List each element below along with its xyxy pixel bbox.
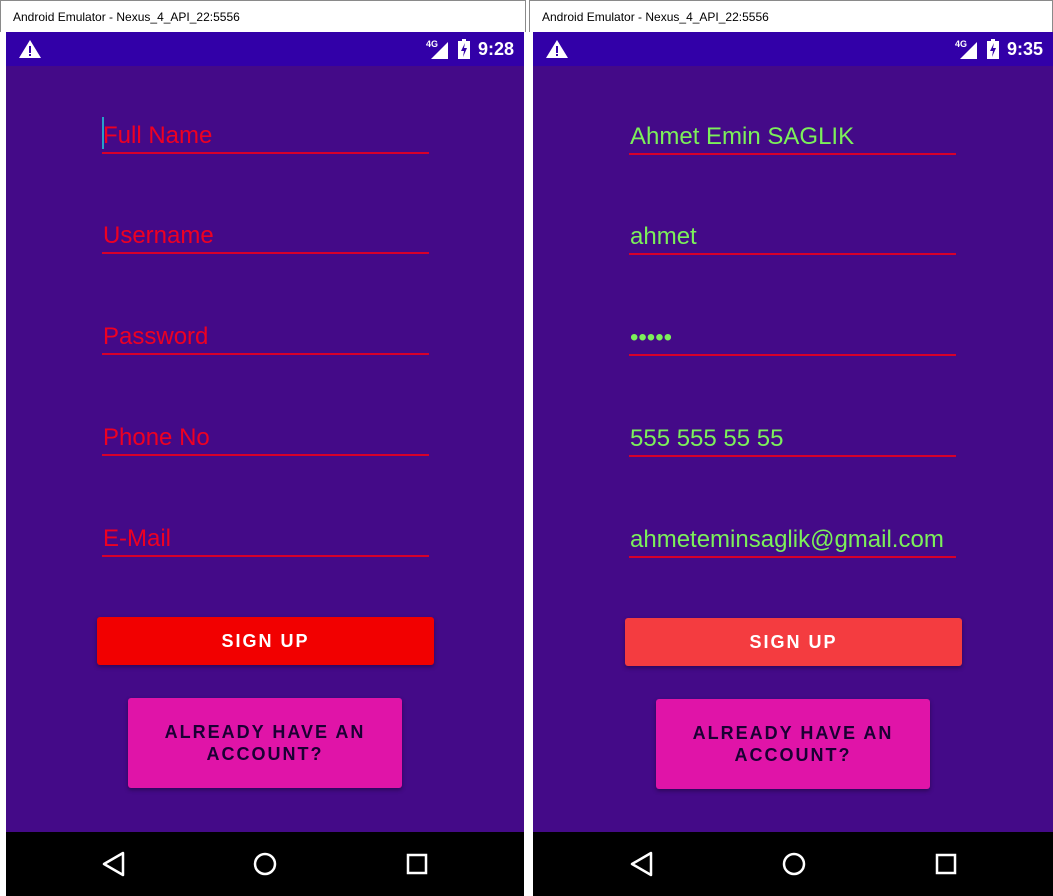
phone-placeholder: Phone No — [103, 424, 210, 451]
password-field[interactable]: ••••• — [629, 308, 956, 356]
sign-up-button[interactable]: SIGN UP — [97, 617, 434, 665]
warning-icon — [19, 40, 41, 58]
phone-field[interactable]: 555 555 55 55 — [629, 409, 956, 457]
emulator-window-left: Android Emulator - Nexus_4_API_22:5556 4… — [0, 0, 526, 896]
email-field[interactable]: E-Mail — [102, 509, 429, 557]
network-type: 4G — [955, 39, 967, 49]
warning-icon — [546, 40, 568, 58]
full-name-field[interactable]: Ahmet Emin SAGLIK — [629, 107, 956, 155]
back-icon[interactable] — [626, 848, 658, 880]
phone-value: 555 555 55 55 — [630, 425, 784, 452]
status-bar: 4G 9:35 — [533, 32, 1053, 66]
email-field[interactable]: ahmeteminsaglik@gmail.com — [629, 510, 956, 558]
already-have-account-button[interactable]: ALREADY HAVE AN ACCOUNT? — [656, 699, 930, 789]
email-placeholder: E-Mail — [103, 525, 172, 552]
phone-field[interactable]: Phone No — [102, 408, 429, 456]
password-placeholder: Password — [103, 323, 209, 350]
battery-icon — [457, 39, 470, 59]
navigation-bar — [6, 832, 524, 896]
full-name-field[interactable]: Full Name — [102, 106, 429, 154]
password-value: ••••• — [630, 324, 673, 351]
navigation-bar — [533, 832, 1053, 896]
email-value: ahmeteminsaglik@gmail.com — [630, 526, 944, 553]
already-have-account-button[interactable]: ALREADY HAVE AN ACCOUNT? — [128, 698, 402, 788]
sign-up-button[interactable]: SIGN UP — [625, 618, 962, 666]
username-placeholder: Username — [103, 222, 214, 249]
username-value: ahmet — [630, 223, 697, 250]
phone-screen: 4G 9:35 Ahmet Emin SAGLIK ahmet ••••• 55… — [533, 32, 1053, 896]
username-field[interactable]: ahmet — [629, 207, 956, 255]
status-time: 9:28 — [477, 38, 514, 59]
phone-screen: 4G 9:28 Full Name Username Password Phon… — [6, 32, 524, 896]
recents-icon[interactable] — [401, 848, 433, 880]
home-icon[interactable] — [249, 848, 281, 880]
signal-icon: 4G — [426, 39, 448, 59]
network-type: 4G — [426, 39, 438, 49]
full-name-value: Ahmet Emin SAGLIK — [630, 123, 855, 150]
emulator-window-right: Android Emulator - Nexus_4_API_22:5556 4… — [529, 0, 1053, 896]
battery-icon — [986, 39, 999, 59]
back-icon[interactable] — [98, 848, 130, 880]
full-name-placeholder: Full Name — [103, 122, 213, 149]
status-bar: 4G 9:28 — [6, 32, 524, 66]
password-field[interactable]: Password — [102, 307, 429, 355]
username-field[interactable]: Username — [102, 206, 429, 254]
recents-icon[interactable] — [930, 848, 962, 880]
signal-icon: 4G — [955, 39, 977, 59]
window-title: Android Emulator - Nexus_4_API_22:5556 — [0, 0, 526, 32]
status-time: 9:35 — [1006, 38, 1043, 59]
window-title: Android Emulator - Nexus_4_API_22:5556 — [529, 0, 1053, 32]
home-icon[interactable] — [778, 848, 810, 880]
